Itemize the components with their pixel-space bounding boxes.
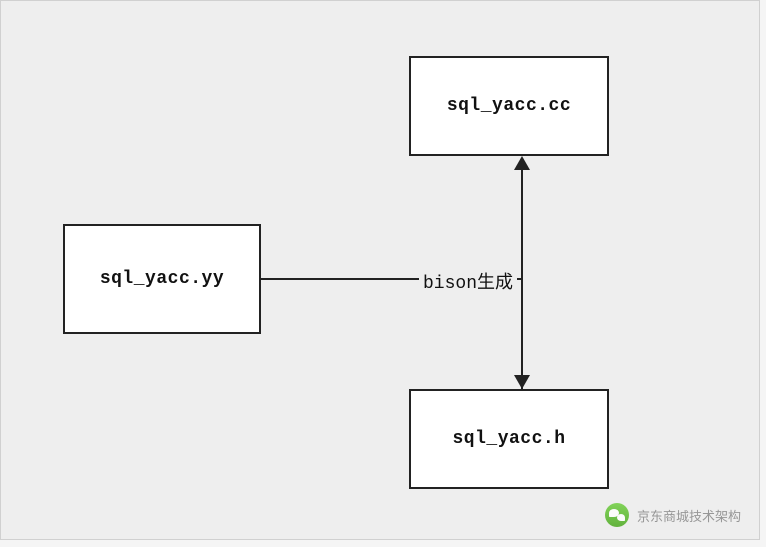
node-source-label: sql_yacc.yy <box>100 269 224 289</box>
arrowhead-up-icon <box>514 156 530 170</box>
diagram-canvas: sql_yacc.yy sql_yacc.cc sql_yacc.h bison… <box>0 0 760 540</box>
watermark: 京东商城技术架构 <box>605 503 741 527</box>
node-output-h-label: sql_yacc.h <box>452 429 565 449</box>
watermark-text: 京东商城技术架构 <box>637 506 741 525</box>
node-output-h: sql_yacc.h <box>409 389 609 489</box>
node-output-cc: sql_yacc.cc <box>409 56 609 156</box>
edge-label-bison: bison生成 <box>419 268 517 294</box>
node-output-cc-label: sql_yacc.cc <box>447 96 571 116</box>
node-source: sql_yacc.yy <box>63 224 261 334</box>
arrowhead-down-icon <box>514 375 530 389</box>
connector-h-left <box>261 278 421 280</box>
connector-v-up <box>521 167 523 279</box>
connector-v-down <box>521 279 523 389</box>
wechat-icon <box>605 503 629 527</box>
